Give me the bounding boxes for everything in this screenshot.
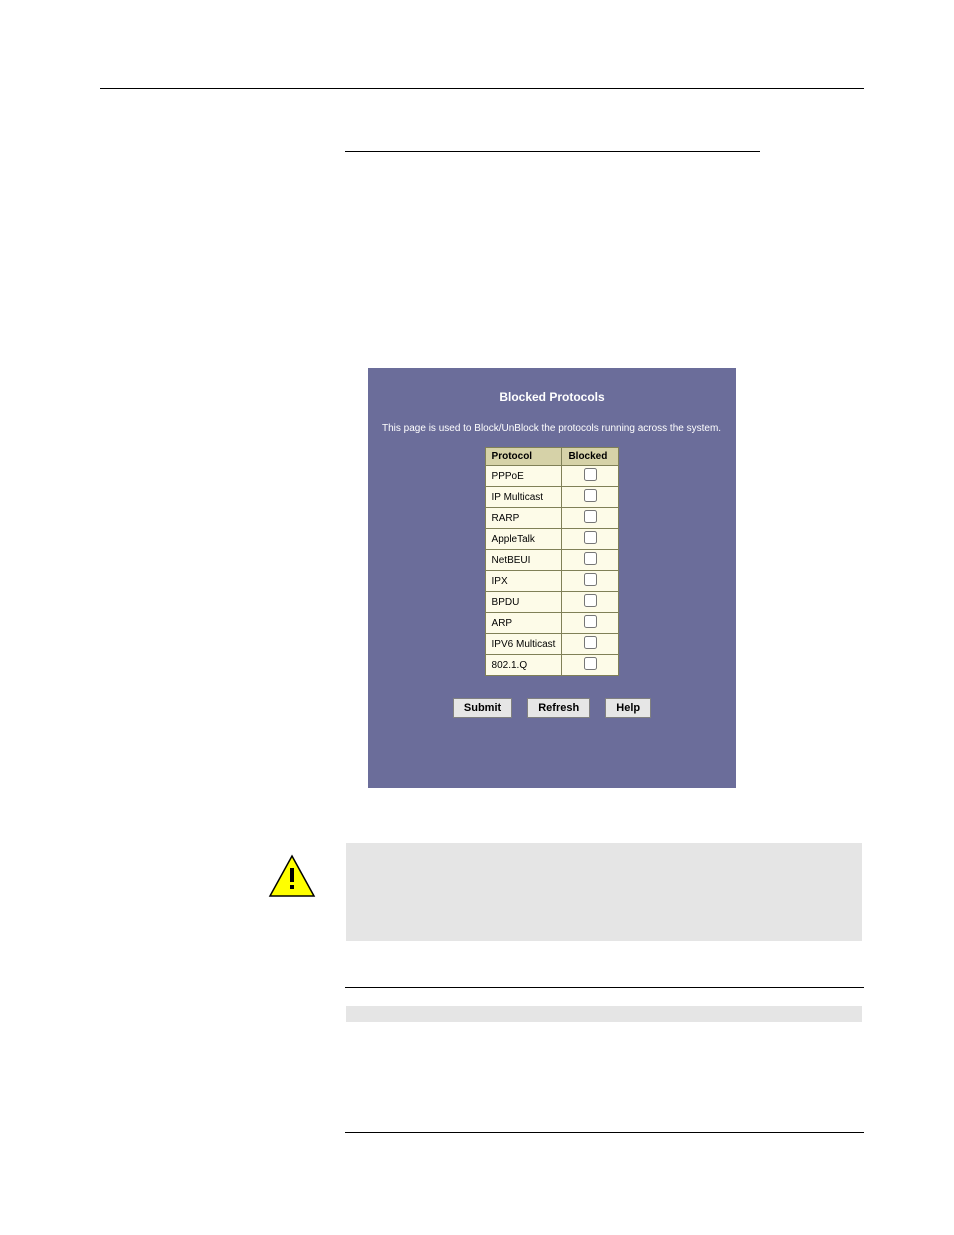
blocked-checkbox-8021q[interactable] [584, 657, 597, 670]
protocol-name: RARP [485, 508, 562, 529]
blocked-checkbox-rarp[interactable] [584, 510, 597, 523]
blocked-checkbox-arp[interactable] [584, 615, 597, 628]
table-row: BPDU [485, 592, 619, 613]
protocol-name: AppleTalk [485, 529, 562, 550]
refresh-button[interactable]: Refresh [527, 698, 590, 718]
table-row: 802.1.Q [485, 655, 619, 676]
table-row: NetBEUI [485, 550, 619, 571]
protocol-name: NetBEUI [485, 550, 562, 571]
warning-icon [268, 854, 316, 903]
panel-title: Blocked Protocols [368, 368, 736, 404]
protocol-name: 802.1.Q [485, 655, 562, 676]
blocked-checkbox-ipx[interactable] [584, 573, 597, 586]
horizontal-rule-top [100, 88, 864, 89]
button-row: Submit Refresh Help [368, 698, 736, 718]
blocked-checkbox-ipmulticast[interactable] [584, 489, 597, 502]
info-box-lower [346, 1006, 862, 1022]
table-row: RARP [485, 508, 619, 529]
blocked-checkbox-bpdu[interactable] [584, 594, 597, 607]
blocked-checkbox-appletalk[interactable] [584, 531, 597, 544]
table-row: PPPoE [485, 466, 619, 487]
table-row: AppleTalk [485, 529, 619, 550]
protocol-name: BPDU [485, 592, 562, 613]
table-row: IPV6 Multicast [485, 634, 619, 655]
table-header-row: Protocol Blocked [485, 448, 619, 466]
help-button[interactable]: Help [605, 698, 651, 718]
panel-description: This page is used to Block/UnBlock the p… [368, 404, 736, 435]
table-row: ARP [485, 613, 619, 634]
horizontal-rule-lower [345, 1132, 864, 1133]
horizontal-rule-mid [345, 987, 864, 988]
horizontal-rule-upper [345, 151, 760, 152]
info-box-upper [346, 843, 862, 941]
blocked-checkbox-ipv6multicast[interactable] [584, 636, 597, 649]
protocol-name: ARP [485, 613, 562, 634]
protocol-table: Protocol Blocked PPPoE IP Multicast RARP… [485, 447, 620, 676]
blocked-protocols-panel: Blocked Protocols This page is used to B… [368, 368, 736, 788]
protocol-name: IPV6 Multicast [485, 634, 562, 655]
protocol-name: PPPoE [485, 466, 562, 487]
blocked-checkbox-netbeui[interactable] [584, 552, 597, 565]
submit-button[interactable]: Submit [453, 698, 512, 718]
table-row: IP Multicast [485, 487, 619, 508]
blocked-checkbox-pppoe[interactable] [584, 468, 597, 481]
protocol-name: IPX [485, 571, 562, 592]
col-blocked: Blocked [562, 448, 619, 466]
table-row: IPX [485, 571, 619, 592]
protocol-name: IP Multicast [485, 487, 562, 508]
col-protocol: Protocol [485, 448, 562, 466]
